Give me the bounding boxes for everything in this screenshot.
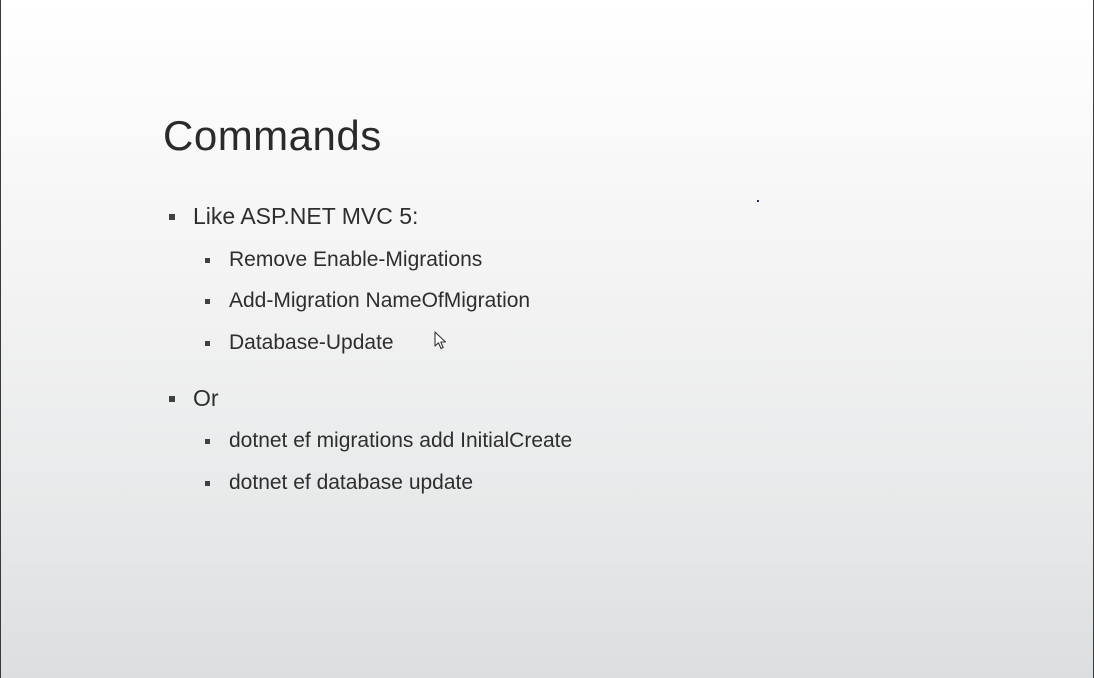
sub-bullet-label: dotnet ef database update xyxy=(229,471,474,494)
sub-bullet-label: Add-Migration NameOfMigration xyxy=(229,289,531,312)
bullet-marker-icon xyxy=(205,299,210,304)
sub-bullet-label: Database-Update xyxy=(229,331,394,354)
sub-bullet-item: dotnet ef migrations add InitialCreate xyxy=(205,429,573,453)
sub-bullet-item: Database-Update xyxy=(205,331,394,355)
bullet-marker-icon xyxy=(205,481,210,486)
sub-bullet-label: dotnet ef migrations add InitialCreate xyxy=(229,429,573,452)
slide-canvas: Commands Like ASP.NET MVC 5: Remove Enab… xyxy=(0,0,1094,678)
bullet-list: Like ASP.NET MVC 5: Remove Enable-Migrat… xyxy=(1,0,1093,678)
bullet-label: Or xyxy=(193,385,219,411)
stray-dot xyxy=(757,200,759,202)
bullet-marker-icon xyxy=(169,396,175,402)
bullet-marker-icon xyxy=(205,258,210,263)
sub-bullet-item: Add-Migration NameOfMigration xyxy=(205,289,531,313)
bullet-marker-icon xyxy=(205,341,210,346)
bullet-label: Like ASP.NET MVC 5: xyxy=(193,203,419,229)
sub-bullet-label: Remove Enable-Migrations xyxy=(229,248,483,271)
bullet-item: Like ASP.NET MVC 5: xyxy=(169,203,419,230)
sub-bullet-item: Remove Enable-Migrations xyxy=(205,248,483,272)
sub-bullet-item: dotnet ef database update xyxy=(205,471,474,495)
mouse-pointer-icon xyxy=(434,331,447,350)
bullet-item: Or xyxy=(169,385,219,412)
bullet-marker-icon xyxy=(169,214,175,220)
bullet-marker-icon xyxy=(205,439,210,444)
